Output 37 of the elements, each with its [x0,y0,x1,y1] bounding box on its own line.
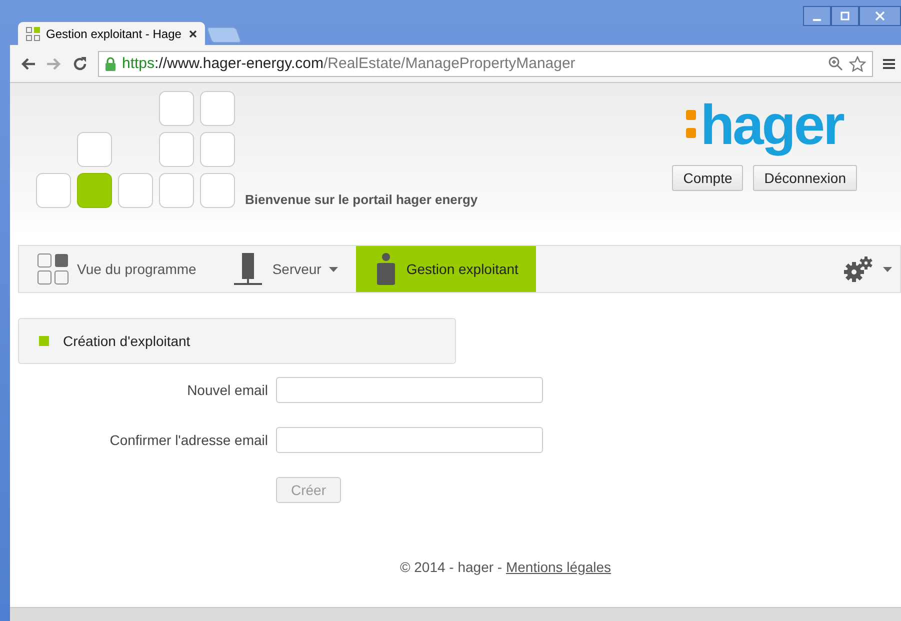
header-button[interactable]: Déconnexion [753,165,857,191]
back-icon[interactable] [20,56,36,70]
server-icon [232,252,264,286]
nav-tab[interactable]: Gestion exploitant [356,246,536,292]
address-bar[interactable]: https://www.hager-energy.com/RealEstate/ManagePropertyManager [98,50,873,76]
close-button[interactable] [859,6,901,26]
email-field[interactable] [276,377,543,403]
tab-favicon-icon [26,26,40,40]
minimize-button[interactable] [803,6,831,26]
minimize-icon [813,19,821,21]
email-field[interactable] [276,427,543,453]
logo-colon-icon [686,110,696,140]
reload-icon[interactable] [72,56,88,72]
nav-tab[interactable]: Serveur [214,246,356,292]
settings-icon[interactable] [843,255,875,283]
scrollbar[interactable] [10,607,901,621]
zoom-icon[interactable] [828,56,843,71]
close-icon[interactable] [189,30,197,38]
bullet-icon [39,336,49,346]
legal-link[interactable]: Mentions légales [506,559,612,575]
logo-text: hager [700,93,843,157]
caret-icon [883,266,892,272]
close-icon [875,11,885,21]
maximize-button[interactable] [831,6,859,26]
field-label: Confirmer l'adresse email [108,432,268,448]
menu-icon[interactable] [883,58,895,70]
header-button[interactable]: Compte [672,165,744,191]
lock-icon [105,56,116,70]
copyright-text: © 2014 - hager - [400,559,504,575]
field-label: Nouvel email [186,382,268,398]
welcome-text: Bienvenue sur le portail hager energy [245,192,478,209]
maximize-icon [840,11,850,21]
section-title: Création d'exploitant [63,333,190,349]
nav-tab[interactable]: Vue du programme [19,246,214,292]
star-icon[interactable] [849,56,866,72]
browser-tab[interactable]: Gestion exploitant - Hage [18,22,205,45]
grid-icon [37,253,69,285]
